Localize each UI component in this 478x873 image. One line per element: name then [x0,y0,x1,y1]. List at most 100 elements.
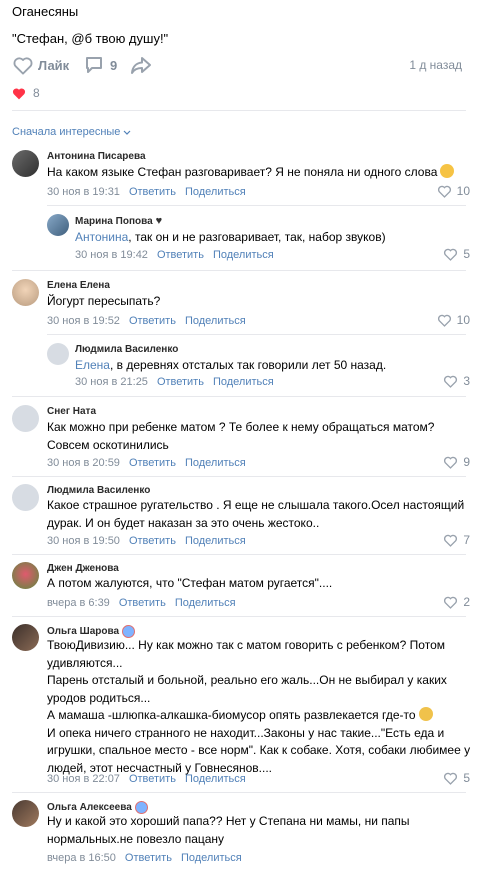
comment-meta: 30 ноя в 19:52 Ответить Поделиться [47,315,255,327]
avatar[interactable] [12,405,39,432]
reply-button[interactable]: Ответить [157,376,204,388]
like-button[interactable]: Лайк [12,54,69,76]
comment-line: А потом жалуются, что "Стефан матом руга… [47,576,333,590]
separator [12,616,466,617]
separator [47,334,466,335]
comment-like-button[interactable]: 9 [443,455,470,469]
comment-author[interactable]: Антонина Писарева [47,151,146,162]
reply-button[interactable]: Ответить [119,597,166,609]
comment-line: И опека ничего странного не находит...За… [47,725,445,740]
comment-meta: вчера в 6:39 Ответить Поделиться [47,597,245,609]
comment-like-button[interactable]: 10 [437,184,470,198]
reply-button[interactable]: Ответить [129,186,176,198]
share-link[interactable]: Поделиться [185,535,246,547]
comment-time: вчера в 16:50 [47,852,116,864]
comment-time: вчера в 6:39 [47,597,110,609]
post-author[interactable]: Оганесяны [12,4,78,19]
like-count: 5 [463,247,470,261]
comment-line: дурак. И он будет наказан за это очень ж… [47,515,320,530]
comment-author[interactable]: Снег Ната [47,406,96,417]
comment-like-button[interactable]: 10 [437,313,470,327]
avatar[interactable] [12,800,39,827]
avatar[interactable] [12,279,39,306]
heart-outline-icon [437,185,451,198]
separator [12,396,466,397]
sort-dropdown[interactable]: Сначала интересные [12,126,131,138]
comment-like-button[interactable]: 5 [443,771,470,785]
reply-button[interactable]: Ответить [129,315,176,327]
avatar[interactable] [47,343,69,365]
sort-label: Сначала интересные [12,126,121,138]
comment-line: игрушки, спальное место - все норм". Как… [47,743,471,757]
like-count: 9 [463,455,470,469]
heart-outline-icon [437,314,451,327]
share-link[interactable]: Поделиться [213,376,274,388]
heart-outline-icon [444,772,458,785]
share-link[interactable]: Поделиться [181,852,242,864]
comment-author[interactable]: Джен Дженова [47,563,119,574]
comment-icon [86,57,102,73]
comment-like-button[interactable]: 2 [443,595,470,609]
share-link[interactable]: Поделиться [185,186,246,198]
share-link[interactable]: Поделиться [185,315,246,327]
avatar[interactable] [12,624,39,651]
reply-button[interactable]: Ответить [129,535,176,547]
comments-count: 9 [110,57,118,73]
reply-button[interactable]: Ответить [129,773,176,785]
heart-outline-icon [13,57,33,75]
comment-button[interactable]: 9 [84,54,117,76]
comment-line: ТвоюДивизию... Ну как можно так с матом … [47,638,446,652]
comment-like-button[interactable]: 7 [443,533,470,547]
avatar[interactable] [12,150,39,177]
comment-like-button[interactable]: 3 [443,374,470,388]
emoji-icon [418,707,433,721]
share-link[interactable]: Поделиться [213,249,274,261]
share-link[interactable]: Поделиться [175,597,236,609]
mention-link[interactable]: Елена [75,358,110,372]
comment-author[interactable]: Людмила Василенко [75,344,178,355]
reactions-summary[interactable]: 8 [12,86,40,100]
comment-like-button[interactable]: 5 [443,247,470,261]
comment-meta: вчера в 16:50 Ответить Поделиться [47,852,251,864]
comment-meta: 30 ноя в 19:42 Ответить Поделиться [75,249,283,261]
comment-text: Ну и какой это хороший папа?? Нет у Степ… [47,813,410,848]
mention-link[interactable]: Антонина [75,230,128,244]
author-name: Ольга Шарова [47,626,120,637]
reply-button[interactable]: Ответить [129,457,176,469]
comment-line: уродов родиться... [47,690,151,705]
avatar[interactable] [12,562,39,589]
comment-line: На каком языке Стефан разговаривает? Я н… [47,165,438,179]
like-count: 10 [456,184,470,198]
comment-line: Совсем оскотинились [47,437,169,452]
share-link[interactable]: Поделиться [185,773,246,785]
comment-author[interactable]: Елена Елена [47,280,110,291]
like-count: 5 [463,771,470,785]
comment-line: , в деревнях отсталых так говорили лет 5… [109,358,387,372]
share-button[interactable] [130,54,152,76]
reply-button[interactable]: Ответить [157,249,204,261]
separator [12,270,466,271]
avatar[interactable] [47,214,69,236]
separator [12,792,466,793]
heart-outline-icon [444,248,458,261]
avatar[interactable] [12,484,39,511]
author-name: Ольга Алексеева [47,802,132,813]
comment-text: Йогурт пересыпать? [47,293,160,311]
comment-text: Елена, в деревнях отсталых так говорили … [75,357,386,375]
comment-time: 30 ноя в 19:52 [47,315,120,327]
heart-outline-icon [444,534,458,547]
comment-line: Парень отсталый и больной, реально его ж… [47,673,447,687]
separator [47,205,466,206]
heart-outline-icon [444,456,458,469]
comment-author[interactable]: Марина Попова ♥ [75,215,162,227]
heart-outline-icon [444,596,458,609]
comment-time: 30 ноя в 21:25 [75,376,148,388]
comment-time: 30 ноя в 19:31 [47,186,120,198]
share-link[interactable]: Поделиться [185,457,246,469]
author-name: Марина Попова [75,215,153,227]
comment-line: А мамаша -шлюпка-алкашка-биомусор опять … [47,708,416,722]
reply-button[interactable]: Ответить [125,852,172,864]
separator [12,554,466,555]
post-time: 1 д назад [409,58,462,72]
comment-author[interactable]: Людмила Василенко [47,485,150,496]
